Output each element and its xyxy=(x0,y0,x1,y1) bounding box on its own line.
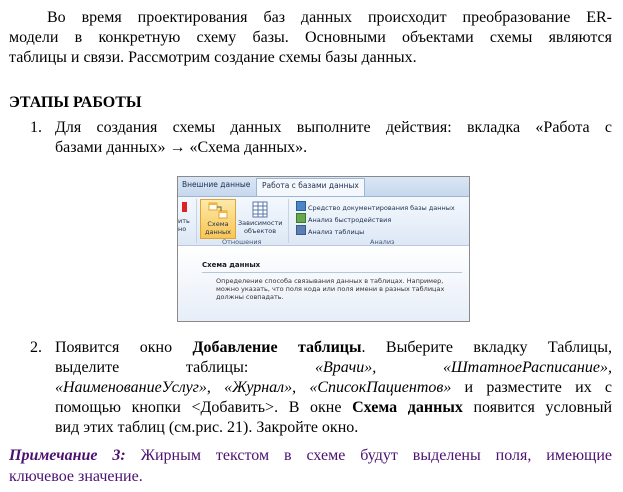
step-2-text: Появится окно Добавление таблицы. Выбери… xyxy=(55,338,612,438)
tooltip-text: Определение способа связывания данных в … xyxy=(216,277,445,301)
tooltip-divider xyxy=(202,272,462,273)
table-analyzer-icon xyxy=(296,225,306,235)
performance-icon xyxy=(296,213,306,223)
step-2-text-run: , xyxy=(292,379,310,396)
step-2-line-1: Появится окно Добавление таблицы. Выбери… xyxy=(55,338,612,358)
step-2-text-run: Появится окно xyxy=(55,339,193,356)
step-2-text-run: выделите xyxy=(55,359,120,376)
table-analyzer-button[interactable]: Анализ таблицы xyxy=(296,225,364,236)
table-name-journal: «Журнал» xyxy=(224,379,293,396)
table-name-services: «НаименованиеУслуг» xyxy=(55,379,207,396)
intro-line-1: Во время проектирования баз данных проис… xyxy=(47,9,612,26)
table-name-patients: «СписокПациентов» xyxy=(309,379,452,396)
table-analyzer-label: Анализ таблицы xyxy=(308,228,365,236)
note-label: Примечание 3: xyxy=(9,447,126,464)
note-line-2: ключевое значение. xyxy=(9,468,143,485)
step-2-text-run: . Выберите вкладку Таблицы, xyxy=(361,339,612,356)
table-name-staff-schedule: «ШтатноеРасписание», xyxy=(442,359,612,376)
intro-line-2: модели в конкретную схему базы. Основным… xyxy=(9,29,612,46)
partial-button[interactable]: ить но xyxy=(178,200,190,240)
intro-line-3: таблицы и связи. Рассмотрим создание схе… xyxy=(9,49,417,66)
object-dependencies-button[interactable]: Зависимости объектов xyxy=(238,199,282,239)
relationships-icon xyxy=(208,202,228,219)
schema-data-label-2: данных xyxy=(205,227,231,236)
window-name-schema: Схема данных xyxy=(352,399,463,416)
step-2-line-4: помощью кнопки <Добавить>. В окне Схема … xyxy=(55,398,612,418)
step-2-text-run: , xyxy=(206,379,225,396)
group-label-analysis: Анализ xyxy=(370,238,395,246)
partial-button-icon xyxy=(182,202,187,212)
note-paragraph: Примечание 3: Жирным текстом в схеме буд… xyxy=(9,445,612,487)
ribbon-body: ить но Схема данных Зависимости объектов… xyxy=(178,197,469,246)
step-2-line-3: «НаименованиеУслуг», «Журнал», «СписокПа… xyxy=(55,378,612,398)
ribbon-tab-bar: Внешние данные Работа с базами данных xyxy=(178,177,469,197)
note-line-1: Примечание 3: Жирным текстом в схеме буд… xyxy=(9,445,612,466)
performance-analyzer-button[interactable]: Анализ быстродействия xyxy=(296,213,391,224)
step-2-line-5: вид этих таблиц (см.рис. 21). Закройте о… xyxy=(55,419,359,436)
step-2-line-2: выделите таблицы: «Врачи», «ШтатноеРасписан… xyxy=(55,358,612,378)
intro-paragraph: Во время проектирования баз данных проис… xyxy=(9,8,612,68)
table-name-doctors: «Врачи», xyxy=(315,359,377,376)
ribbon-separator xyxy=(196,199,197,243)
step-2-text-run: помощью кнопки <Добавить>. В окне xyxy=(55,399,353,416)
step-2-text-run: появится условный xyxy=(462,399,613,416)
ribbon-separator xyxy=(288,199,289,243)
step-2-text-run: и разместите их с xyxy=(451,379,613,396)
step-1-line-2: базами данных» → «Схема данных». xyxy=(55,139,308,156)
step-1-number: 1. xyxy=(30,119,42,136)
step-1-text: Для создания схемы данных выполните дейс… xyxy=(55,118,612,158)
schema-data-button[interactable]: Схема данных xyxy=(200,199,236,239)
performance-label: Анализ быстродействия xyxy=(308,216,392,224)
dialog-name-add-table: Добавление таблицы xyxy=(192,339,362,356)
tab-database-tools[interactable]: Работа с базами данных xyxy=(256,178,365,196)
step-1-line-1: Для создания схемы данных выполните дейс… xyxy=(55,119,612,136)
partial-button-label: ить но xyxy=(178,217,190,233)
tab-external-data[interactable]: Внешние данные xyxy=(182,180,250,189)
documenter-button[interactable]: Средство документирования базы данных xyxy=(296,201,455,212)
note-text-run: Жирным текстом в схеме будут выделены по… xyxy=(125,447,613,464)
section-heading: ЭТАПЫ РАБОТЫ xyxy=(9,94,142,111)
step-2-text-run: таблицы: xyxy=(185,359,249,376)
documenter-label: Средство документирования базы данных xyxy=(308,204,455,212)
documenter-icon xyxy=(296,201,306,211)
dependencies-icon xyxy=(252,201,268,218)
group-label-relations: Отношения xyxy=(222,238,262,246)
step-2-number: 2. xyxy=(30,339,42,356)
ribbon-screenshot: Внешние данные Работа с базами данных ит… xyxy=(177,176,470,322)
dependencies-label-2: объектов xyxy=(243,226,277,235)
tooltip-title: Схема данных xyxy=(202,261,261,269)
